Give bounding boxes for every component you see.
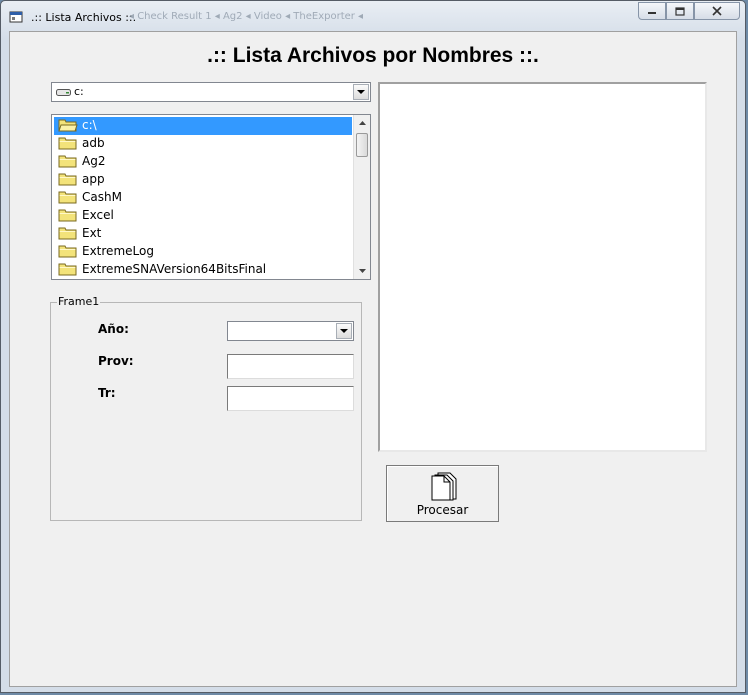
directory-list[interactable]: c:\ adb Ag2 app CashM Excel Ext ExtremeLog Extre… (51, 114, 371, 280)
folder-icon (58, 209, 77, 222)
frame-caption: Frame1 (57, 295, 101, 308)
maximize-button[interactable] (666, 2, 694, 20)
directory-item-label: ExtremeSNAVersion64BitsFinal (82, 262, 267, 276)
directory-item-label: ExtremeLog (82, 244, 154, 258)
drive-value: c: (74, 85, 84, 98)
title-bar[interactable]: .:: Lista Archivos ::. ◂ Check Result 1 … (1, 1, 745, 31)
directory-item[interactable]: CashM (54, 189, 352, 207)
folder-icon (58, 227, 77, 240)
app-window: .:: Lista Archivos ::. ◂ Check Result 1 … (0, 0, 746, 693)
folder-icon (58, 191, 77, 204)
app-icon (9, 11, 23, 23)
prov-label: Prov: (98, 354, 134, 368)
scroll-thumb[interactable] (356, 133, 368, 157)
window-title: .:: Lista Archivos ::. (31, 11, 137, 24)
directory-list-scrollbar[interactable] (353, 115, 370, 279)
arrow-up-icon (358, 121, 366, 125)
close-icon (712, 6, 722, 16)
minimize-button[interactable] (638, 2, 666, 20)
minimize-icon (648, 12, 656, 14)
folder-icon (58, 173, 77, 186)
prov-input[interactable] (227, 354, 354, 379)
directory-item[interactable]: c:\ (54, 117, 352, 135)
directory-item-label: Ag2 (82, 154, 106, 168)
directory-item[interactable]: Excel (54, 207, 352, 225)
directory-item-label: Ext (82, 226, 102, 240)
filter-frame: Frame1 Año: Prov: Tr: (50, 295, 362, 521)
year-dropdown-button[interactable] (336, 323, 352, 339)
directory-item-label: app (82, 172, 105, 186)
drive-icon (56, 89, 71, 96)
directory-item[interactable]: Ext (54, 225, 352, 243)
file-list[interactable] (378, 82, 707, 452)
close-button[interactable] (694, 2, 740, 20)
chevron-down-icon (357, 89, 365, 94)
directory-item-label: c:\ (82, 118, 97, 132)
folder-icon (58, 263, 77, 276)
tr-label: Tr: (98, 386, 116, 400)
directory-item-label: CashM (82, 190, 122, 204)
form-client-area: .:: Lista Archivos por Nombres ::. c: c:… (9, 31, 737, 687)
scroll-up-arrow[interactable] (354, 115, 370, 131)
background-taskbar-ghost: ◂ Check Result 1 ◂ Ag2 ◂ Video ◂ TheExpo… (129, 11, 364, 22)
directory-item[interactable]: Ag2 (54, 153, 352, 171)
maximize-icon (675, 6, 685, 16)
directory-item[interactable]: adb (54, 135, 352, 153)
chevron-down-icon (340, 328, 348, 333)
directory-item[interactable]: ExtremeLog (54, 243, 352, 261)
folder-icon (58, 155, 77, 168)
process-button-label: Procesar (416, 503, 469, 517)
open-folder-icon (58, 119, 78, 132)
directory-item-label: Excel (82, 208, 114, 222)
year-combo[interactable] (227, 321, 354, 341)
year-label: Año: (98, 322, 129, 336)
directory-item[interactable]: app (54, 171, 352, 189)
process-button[interactable]: Procesar (386, 465, 499, 522)
documents-icon (431, 472, 457, 501)
folder-icon (58, 137, 77, 150)
directory-item-label: adb (82, 136, 105, 150)
folder-icon (58, 245, 77, 258)
drive-dropdown-button[interactable] (353, 84, 369, 100)
page-title: .:: Lista Archivos por Nombres ::. (207, 44, 539, 67)
tr-input[interactable] (227, 386, 354, 411)
arrow-down-icon (358, 269, 366, 273)
directory-item[interactable]: ExtremeSNAVersion64BitsFinal (54, 261, 352, 279)
drive-combo[interactable]: c: (51, 82, 371, 102)
scroll-down-arrow[interactable] (354, 263, 370, 279)
